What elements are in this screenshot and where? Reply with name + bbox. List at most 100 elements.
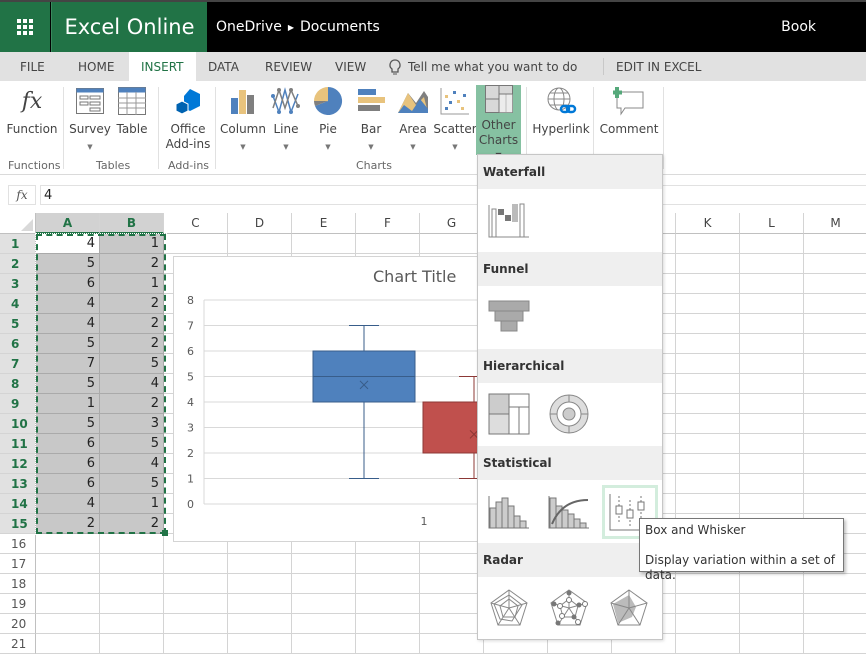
edit-in-excel-button[interactable]: EDIT IN EXCEL xyxy=(604,52,713,81)
cell-b8[interactable]: 4 xyxy=(100,374,164,394)
cell-k21[interactable] xyxy=(676,634,740,654)
cell-g20[interactable] xyxy=(420,614,484,634)
cell-a2[interactable]: 5 xyxy=(36,254,100,274)
cell-k4[interactable] xyxy=(676,294,740,314)
cell-k2[interactable] xyxy=(676,254,740,274)
cell-k20[interactable] xyxy=(676,614,740,634)
cell-m3[interactable] xyxy=(804,274,866,294)
column-header-l[interactable]: L xyxy=(740,213,804,234)
cell-a12[interactable]: 6 xyxy=(36,454,100,474)
cell-k10[interactable] xyxy=(676,414,740,434)
row-header-17[interactable]: 17 xyxy=(0,554,36,574)
cell-b6[interactable]: 2 xyxy=(100,334,164,354)
cell-c21[interactable] xyxy=(164,634,228,654)
cell-d18[interactable] xyxy=(228,574,292,594)
cell-f17[interactable] xyxy=(356,554,420,574)
cell-b10[interactable]: 3 xyxy=(100,414,164,434)
cell-l8[interactable] xyxy=(740,374,804,394)
cell-d19[interactable] xyxy=(228,594,292,614)
cell-k11[interactable] xyxy=(676,434,740,454)
cell-l7[interactable] xyxy=(740,354,804,374)
cell-k3[interactable] xyxy=(676,274,740,294)
cell-a14[interactable]: 4 xyxy=(36,494,100,514)
cell-b4[interactable]: 2 xyxy=(100,294,164,314)
cell-m21[interactable] xyxy=(804,634,866,654)
column-header-f[interactable]: F xyxy=(356,213,420,234)
waterfall-chart-option[interactable] xyxy=(486,197,532,243)
bar-chart-button[interactable]: Bar ▼ xyxy=(355,85,387,155)
column-header-d[interactable]: D xyxy=(228,213,292,234)
row-header-21[interactable]: 21 xyxy=(0,634,36,654)
cell-m12[interactable] xyxy=(804,454,866,474)
cell-k9[interactable] xyxy=(676,394,740,414)
cell-k19[interactable] xyxy=(676,594,740,614)
function-button[interactable]: fx Function xyxy=(6,85,57,137)
pie-chart-button[interactable]: Pie ▼ xyxy=(312,85,344,155)
cell-l4[interactable] xyxy=(740,294,804,314)
cell-l14[interactable] xyxy=(740,494,804,514)
row-header-16[interactable]: 16 xyxy=(0,534,36,554)
cell-l12[interactable] xyxy=(740,454,804,474)
cell-b1[interactable]: 1 xyxy=(100,234,164,254)
row-header-5[interactable]: 5 xyxy=(0,314,36,334)
cell-d20[interactable] xyxy=(228,614,292,634)
cell-b18[interactable] xyxy=(100,574,164,594)
cell-b20[interactable] xyxy=(100,614,164,634)
cell-l2[interactable] xyxy=(740,254,804,274)
cell-m10[interactable] xyxy=(804,414,866,434)
column-header-b[interactable]: B xyxy=(100,213,164,234)
formula-input[interactable]: 4 xyxy=(40,185,866,205)
cell-b11[interactable]: 5 xyxy=(100,434,164,454)
cell-l20[interactable] xyxy=(740,614,804,634)
cell-b17[interactable] xyxy=(100,554,164,574)
row-header-9[interactable]: 9 xyxy=(0,394,36,414)
breadcrumb-documents[interactable]: Documents xyxy=(300,19,380,35)
cell-b21[interactable] xyxy=(100,634,164,654)
treemap-chart-option[interactable] xyxy=(486,391,532,437)
cell-f21[interactable] xyxy=(356,634,420,654)
cell-c19[interactable] xyxy=(164,594,228,614)
cell-m2[interactable] xyxy=(804,254,866,274)
cell-e1[interactable] xyxy=(292,234,356,254)
row-header-8[interactable]: 8 xyxy=(0,374,36,394)
cell-a15[interactable]: 2 xyxy=(36,514,100,534)
cell-k8[interactable] xyxy=(676,374,740,394)
cell-a18[interactable] xyxy=(36,574,100,594)
row-header-3[interactable]: 3 xyxy=(0,274,36,294)
box-whisker-chart[interactable]: Chart Title 0123456781 xyxy=(173,256,494,542)
cell-e20[interactable] xyxy=(292,614,356,634)
funnel-chart-option[interactable] xyxy=(486,294,532,340)
document-title[interactable]: Book xyxy=(781,2,816,52)
cell-a4[interactable]: 4 xyxy=(36,294,100,314)
fill-handle[interactable] xyxy=(162,530,168,536)
tab-insert[interactable]: INSERT xyxy=(129,52,196,81)
cell-d21[interactable] xyxy=(228,634,292,654)
tell-me-box[interactable]: Tell me what you want to do xyxy=(388,52,577,81)
area-chart-button[interactable]: Area ▼ xyxy=(396,85,430,155)
cell-l5[interactable] xyxy=(740,314,804,334)
cell-b3[interactable]: 1 xyxy=(100,274,164,294)
cell-a7[interactable]: 7 xyxy=(36,354,100,374)
cell-l1[interactable] xyxy=(740,234,804,254)
cell-c20[interactable] xyxy=(164,614,228,634)
cell-b9[interactable]: 2 xyxy=(100,394,164,414)
cell-l10[interactable] xyxy=(740,414,804,434)
tab-data[interactable]: DATA xyxy=(196,52,251,81)
cell-m4[interactable] xyxy=(804,294,866,314)
cell-a13[interactable]: 6 xyxy=(36,474,100,494)
cell-d1[interactable] xyxy=(228,234,292,254)
cell-b2[interactable]: 2 xyxy=(100,254,164,274)
select-all-corner[interactable] xyxy=(0,213,36,234)
cell-l21[interactable] xyxy=(740,634,804,654)
sunburst-chart-option[interactable] xyxy=(546,391,592,437)
row-header-13[interactable]: 13 xyxy=(0,474,36,494)
cell-e18[interactable] xyxy=(292,574,356,594)
column-header-k[interactable]: K xyxy=(676,213,740,234)
row-header-10[interactable]: 10 xyxy=(0,414,36,434)
cell-c1[interactable] xyxy=(164,234,228,254)
cell-a19[interactable] xyxy=(36,594,100,614)
row-header-7[interactable]: 7 xyxy=(0,354,36,374)
cell-m7[interactable] xyxy=(804,354,866,374)
table-button[interactable]: Table xyxy=(116,85,148,137)
cell-g19[interactable] xyxy=(420,594,484,614)
